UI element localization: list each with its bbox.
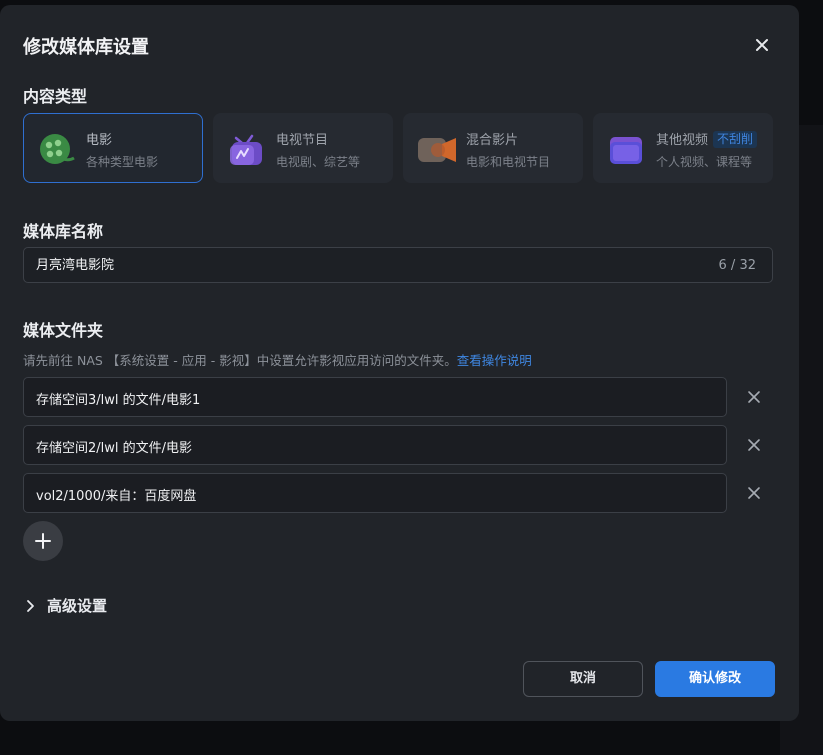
library-name-field[interactable]: 6 / 32 <box>23 247 773 283</box>
type-card-other[interactable]: 其他视频 不刮削 个人视频、课程等 <box>593 113 773 183</box>
hint-text: 请先前往 NAS 【系统设置 - 应用 - 影视】中设置允许影视应用访问的文件夹… <box>23 353 457 368</box>
close-icon <box>748 439 760 451</box>
video-camera-icon <box>416 130 456 168</box>
library-name-label: 媒体库名称 <box>23 222 104 241</box>
media-folders-label: 媒体文件夹 <box>23 321 104 340</box>
close-icon <box>748 391 760 403</box>
folder-row[interactable]: 存储空间3/lwl 的文件/电影1 <box>23 377 727 417</box>
close-icon <box>748 487 760 499</box>
character-counter: 6 / 32 <box>718 258 756 273</box>
type-card-mixed[interactable]: 混合影片 电影和电视节目 <box>403 113 583 183</box>
type-title: 电影 <box>86 133 113 148</box>
type-subtitle: 电影和电视节目 <box>466 155 551 169</box>
confirm-button[interactable]: 确认修改 <box>655 661 775 697</box>
tv-icon <box>226 130 266 168</box>
type-card-movie[interactable]: 电影 各种类型电影 <box>23 113 203 183</box>
content-type-label: 内容类型 <box>23 87 88 106</box>
folder-row[interactable]: vol2/1000/来自：百度网盘 <box>23 473 727 513</box>
type-card-tv[interactable]: 电视节目 电视剧、综艺等 <box>213 113 393 183</box>
help-link[interactable]: 查看操作说明 <box>457 353 532 368</box>
type-subtitle: 个人视频、课程等 <box>656 155 753 169</box>
folder-path: 存储空间3/lwl 的文件/电影1 <box>36 393 201 408</box>
film-reel-icon <box>36 130 76 168</box>
folder-path: vol2/1000/来自：百度网盘 <box>36 489 197 504</box>
remove-folder-button[interactable] <box>744 435 764 455</box>
add-folder-button[interactable] <box>23 521 63 561</box>
plus-icon <box>35 533 51 549</box>
dialog-title: 修改媒体库设置 <box>23 37 149 58</box>
folder-row[interactable]: 存储空间2/lwl 的文件/电影 <box>23 425 727 465</box>
type-title-text: 其他视频 <box>656 133 709 148</box>
type-title: 其他视频 不刮削 <box>656 129 758 148</box>
advanced-settings-label: 高级设置 <box>47 597 108 615</box>
chevron-right-icon <box>25 598 37 612</box>
type-subtitle: 电视剧、综艺等 <box>276 155 361 169</box>
remove-folder-button[interactable] <box>744 387 764 407</box>
close-button[interactable] <box>751 34 773 56</box>
remove-folder-button[interactable] <box>744 483 764 503</box>
type-title: 混合影片 <box>466 133 519 148</box>
edit-library-dialog: 修改媒体库设置 内容类型 电影 各种类型电影 电视节目 电视剧、综艺等 混合影片… <box>0 5 799 721</box>
type-subtitle: 各种类型电影 <box>86 155 159 169</box>
no-scrape-badge: 不刮削 <box>713 131 758 148</box>
folder-icon <box>606 130 646 168</box>
folder-path: 存储空间2/lwl 的文件/电影 <box>36 441 193 456</box>
cancel-button[interactable]: 取消 <box>523 661 643 697</box>
folders-hint: 请先前往 NAS 【系统设置 - 应用 - 影视】中设置允许影视应用访问的文件夹… <box>23 350 532 369</box>
type-title: 电视节目 <box>276 133 329 148</box>
close-icon <box>756 39 768 51</box>
library-name-input[interactable] <box>36 256 636 271</box>
